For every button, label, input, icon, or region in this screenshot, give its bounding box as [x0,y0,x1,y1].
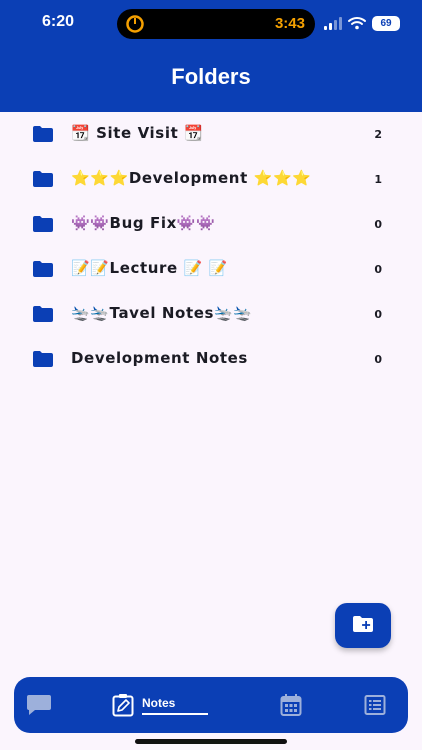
app-header: 6:20 3:43 69 Folders [0,0,422,112]
add-folder-button[interactable] [335,603,391,648]
folder-row[interactable]: 👾👾Bug Fix👾👾 0 [0,202,422,247]
folder-icon [33,126,53,142]
battery-indicator: 69 [372,15,400,31]
folder-count: 0 [374,353,382,366]
island-timer: 3:43 [274,15,305,32]
folder-name: 👾👾Bug Fix👾👾 [71,214,216,232]
page-title: Folders [171,64,251,89]
nav-calendar[interactable] [280,677,310,733]
folder-icon [33,351,53,367]
nav-list[interactable] [364,677,394,733]
folder-count: 0 [374,218,382,231]
folder-name: Development Notes [71,349,248,367]
wifi-icon [348,17,366,30]
add-folder-icon [353,616,373,632]
folder-count: 2 [374,128,382,141]
folder-row[interactable]: Development Notes 0 [0,337,422,382]
nav-notes-label: Notes [142,696,176,710]
nav-notes[interactable]: Notes [112,677,212,733]
calendar-icon [280,694,302,716]
folder-name: 📝📝Lecture 📝 📝 [71,259,228,277]
folder-icon [33,171,53,187]
dynamic-island[interactable]: 3:43 [117,9,315,39]
folder-count: 0 [374,263,382,276]
notes-icon [112,694,134,717]
folder-row[interactable]: ⭐⭐⭐Development ⭐⭐⭐ 1 [0,157,422,202]
list-icon [364,695,386,715]
folder-count: 0 [374,308,382,321]
folder-count: 1 [374,173,382,186]
folder-name: 🛬🛬Tavel Notes🛬🛬 [71,304,253,322]
signal-icon [324,16,342,30]
folder-name: ⭐⭐⭐Development ⭐⭐⭐ [71,169,312,187]
folder-row[interactable]: 🛬🛬Tavel Notes🛬🛬 0 [0,292,422,337]
folder-icon [33,261,53,277]
chat-icon [27,695,51,715]
home-indicator [135,739,287,744]
timer-ring-icon [126,15,144,33]
status-bar: 6:20 3:43 69 [0,0,422,46]
status-time: 6:20 [42,13,75,30]
folder-row[interactable]: 📝📝Lecture 📝 📝 0 [0,247,422,292]
active-tab-indicator [142,713,208,715]
bottom-nav: Notes [14,677,408,733]
folder-icon [33,216,53,232]
folder-name: 📆 Site Visit 📆 [71,124,204,142]
status-icons: 69 [324,14,400,32]
folder-icon [33,306,53,322]
folder-row[interactable]: 📆 Site Visit 📆 2 [0,112,422,157]
nav-chat[interactable] [26,677,56,733]
